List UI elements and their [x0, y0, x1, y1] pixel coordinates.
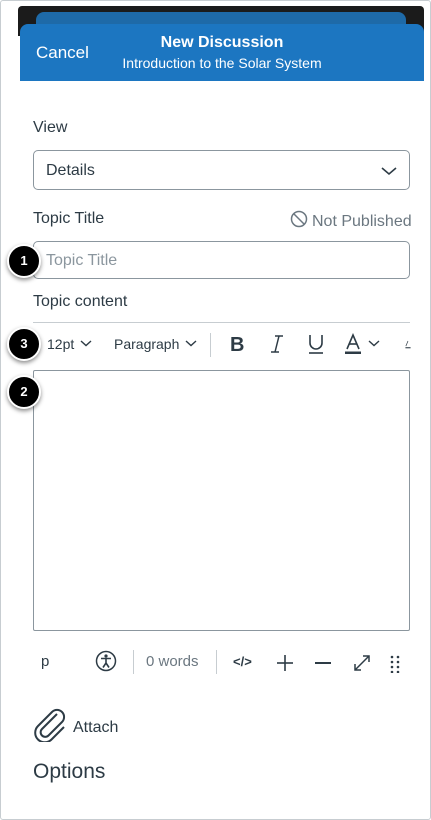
font-size-value: 12pt [47, 336, 75, 352]
topic-content-label: Topic content [33, 293, 128, 310]
page-subtitle: Introduction to the Solar System [122, 55, 322, 71]
view-label: View [33, 119, 68, 136]
toolbar-separator [210, 333, 211, 357]
topic-title-placeholder: Topic Title [46, 252, 118, 269]
html-editor-icon[interactable]: </> [233, 653, 257, 671]
paperclip-icon [33, 708, 69, 747]
accessibility-icon[interactable] [95, 650, 117, 672]
fullscreen-icon[interactable] [353, 652, 371, 672]
svg-text:B: B [230, 334, 244, 354]
publish-status: Not Published [290, 210, 412, 233]
italic-icon[interactable] [269, 328, 285, 360]
modal-header: Cancel New Discussion Introduction to th… [20, 24, 424, 81]
not-published-icon [290, 210, 308, 233]
attach-label: Attach [73, 718, 119, 736]
font-size-select[interactable]: 12pt [47, 328, 92, 360]
status-separator [133, 650, 134, 674]
callout-badge: 2 [7, 375, 41, 409]
view-select-value: Details [46, 162, 95, 179]
editor-status-bar: p 0 words </> [33, 646, 418, 678]
word-count[interactable]: 0 words [146, 646, 199, 678]
editor-toolbar: 12pt Paragraph B [33, 328, 418, 360]
svg-text:</>: </> [233, 654, 252, 669]
block-format-select[interactable]: Paragraph [114, 328, 197, 360]
topic-title-input[interactable]: Topic Title [33, 241, 410, 279]
highlight-color-icon[interactable] [405, 328, 411, 360]
chevron-down-icon [368, 328, 380, 360]
view-select[interactable]: Details [33, 150, 410, 190]
chevron-down-icon [381, 163, 397, 184]
rich-content-editor[interactable] [33, 370, 410, 631]
chevron-down-icon [80, 328, 92, 360]
resize-handle-icon[interactable] [390, 653, 400, 674]
options-heading: Options [33, 760, 106, 783]
text-color-icon[interactable] [344, 328, 380, 360]
status-separator [216, 650, 217, 674]
callout-badge: 1 [7, 244, 41, 278]
callout-badge: 3 [7, 327, 41, 361]
zoom-out-icon[interactable] [314, 652, 332, 672]
attach-button[interactable]: Attach [33, 708, 118, 747]
page-title: New Discussion [160, 34, 284, 51]
toolbar-divider [33, 322, 410, 323]
block-format-value: Paragraph [114, 336, 180, 352]
topic-title-label: Topic Title [33, 210, 105, 227]
underline-icon[interactable] [307, 328, 325, 360]
publish-status-text: Not Published [312, 212, 412, 230]
bold-icon[interactable]: B [229, 328, 247, 360]
element-path[interactable]: p [41, 646, 49, 678]
chevron-down-icon [185, 328, 197, 360]
zoom-in-icon[interactable] [276, 652, 294, 672]
